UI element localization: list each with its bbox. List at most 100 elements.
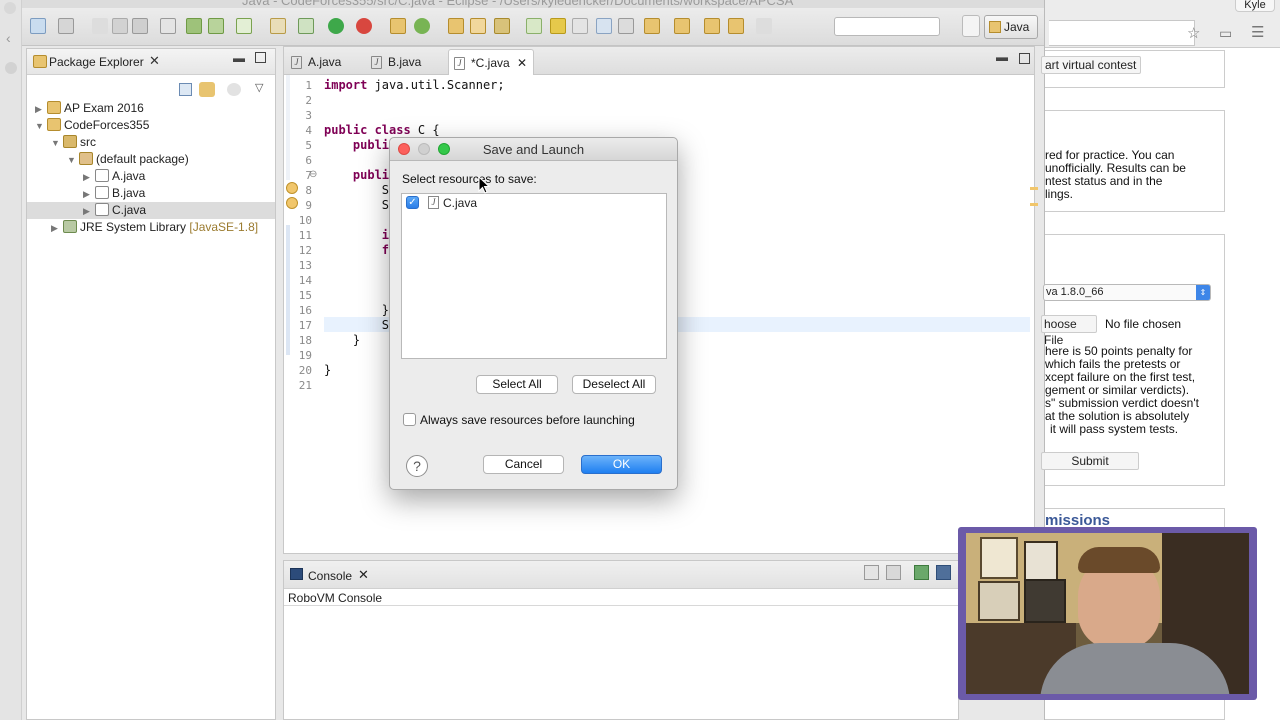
address-bar[interactable] bbox=[1049, 20, 1195, 46]
select-all-button[interactable]: Select All bbox=[476, 375, 558, 394]
open-type-icon[interactable] bbox=[448, 18, 464, 34]
quick-access-field[interactable] bbox=[834, 17, 940, 36]
star-icon[interactable]: ☆ bbox=[1187, 24, 1200, 42]
code-line-8[interactable]: Sc bbox=[324, 183, 396, 198]
close-console-icon[interactable]: ✕ bbox=[358, 567, 369, 583]
java-perspective-button[interactable]: Java bbox=[984, 15, 1038, 39]
new-dropdown-icon[interactable] bbox=[58, 18, 74, 34]
forward-icon[interactable] bbox=[756, 18, 772, 34]
code-line-12[interactable]: fo bbox=[324, 243, 396, 258]
choose-file-button[interactable]: hoose File bbox=[1041, 315, 1097, 347]
search-tool-icon[interactable] bbox=[526, 18, 542, 34]
minimize-window-icon[interactable] bbox=[418, 143, 430, 155]
tree-item-a-java[interactable]: ▶ A.java bbox=[83, 168, 145, 185]
collapsed-arrow-icon[interactable]: ▶ bbox=[83, 203, 95, 220]
download-icon[interactable] bbox=[186, 18, 202, 34]
paragraph-icon[interactable] bbox=[618, 18, 634, 34]
last-edit-icon[interactable] bbox=[704, 18, 720, 34]
save-icon[interactable] bbox=[92, 18, 108, 34]
save-all-icon[interactable] bbox=[112, 18, 128, 34]
tree-item-jre-system-library[interactable]: ▶ JRE System Library [JavaSE-1.8] bbox=[51, 219, 258, 236]
new-java-package-icon[interactable] bbox=[390, 18, 406, 34]
resource-item-c-java[interactable]: ✓ J C.java bbox=[404, 195, 604, 211]
maximize-view-icon[interactable] bbox=[255, 52, 266, 63]
scroll-lock-icon[interactable] bbox=[886, 565, 901, 580]
cast-icon[interactable]: ▭ bbox=[1219, 25, 1232, 42]
menu-icon[interactable]: ☰ bbox=[1251, 23, 1264, 41]
expanded-arrow-icon[interactable]: ▼ bbox=[51, 135, 63, 152]
overview-warning-marker[interactable] bbox=[1030, 203, 1038, 206]
collapsed-arrow-icon[interactable]: ▶ bbox=[35, 101, 47, 118]
run-icon[interactable] bbox=[328, 18, 344, 34]
code-line-4[interactable]: public class C { bbox=[324, 123, 440, 138]
always-save-checkbox[interactable] bbox=[403, 413, 416, 426]
build-icon[interactable] bbox=[270, 18, 286, 34]
collapse-all-icon[interactable] bbox=[179, 83, 192, 96]
profile-button[interactable]: Kyle bbox=[1235, 0, 1275, 12]
tree-item-c-java[interactable]: ▶ C.java bbox=[27, 202, 275, 219]
code-line-20[interactable]: } bbox=[324, 363, 331, 378]
tab-a-java[interactable]: J A.java bbox=[286, 49, 362, 75]
block-selection-icon[interactable] bbox=[572, 18, 588, 34]
code-line-5[interactable]: public bbox=[324, 138, 396, 153]
help-button[interactable]: ? bbox=[406, 455, 428, 477]
toggle-breakpoints-icon[interactable] bbox=[160, 18, 176, 34]
close-tab-icon[interactable]: ✕ bbox=[517, 50, 527, 76]
close-window-icon[interactable] bbox=[398, 143, 410, 155]
tab-b-java[interactable]: J B.java bbox=[366, 49, 446, 75]
clear-console-icon[interactable] bbox=[864, 565, 879, 580]
overview-warning-marker[interactable] bbox=[1030, 187, 1038, 190]
link-with-editor-icon[interactable] bbox=[199, 82, 215, 97]
maximize-editor-icon[interactable] bbox=[1019, 53, 1030, 64]
collapsed-arrow-icon[interactable]: ▶ bbox=[51, 220, 63, 237]
back-icon[interactable] bbox=[728, 18, 744, 34]
highlight-icon[interactable] bbox=[550, 18, 566, 34]
back-arrow-icon[interactable]: ‹ bbox=[6, 30, 11, 46]
new-icon[interactable] bbox=[30, 18, 46, 34]
tree-item-b-java[interactable]: ▶ B.java bbox=[83, 185, 145, 202]
debug-icon[interactable] bbox=[298, 18, 314, 34]
code-line-18[interactable]: } bbox=[324, 333, 360, 348]
print-icon[interactable] bbox=[132, 18, 148, 34]
expanded-arrow-icon[interactable]: ▼ bbox=[67, 152, 79, 169]
run-external-icon[interactable] bbox=[356, 18, 372, 34]
resource-checkbox[interactable]: ✓ bbox=[406, 196, 419, 209]
select-arrow-icon[interactable]: ⇕ bbox=[1196, 285, 1210, 300]
view-menu-icon[interactable]: ▽ bbox=[255, 81, 263, 94]
tab-c-java[interactable]: J *C.java ✕ bbox=[448, 49, 534, 75]
submit-button[interactable]: Submit bbox=[1041, 452, 1139, 470]
tree-item-codeforces355[interactable]: ▼ CodeForces355 bbox=[35, 117, 149, 134]
tree-item-ap-exam-2016[interactable]: ▶ AP Exam 2016 bbox=[35, 100, 144, 117]
task-icon[interactable] bbox=[236, 18, 252, 34]
close-view-icon[interactable]: ✕ bbox=[149, 53, 160, 69]
start-virtual-contest-button[interactable]: art virtual contest bbox=[1041, 56, 1141, 74]
focus-icon[interactable] bbox=[227, 83, 241, 96]
open-perspective-icon[interactable] bbox=[962, 15, 980, 37]
previous-annotation-icon[interactable] bbox=[674, 18, 690, 34]
code-line-16[interactable]: } bbox=[324, 303, 389, 318]
show-whitespace-icon[interactable] bbox=[596, 18, 612, 34]
open-folder-icon[interactable] bbox=[470, 18, 486, 34]
code-line-1[interactable]: import java.util.Scanner; bbox=[324, 78, 505, 93]
code-line-11[interactable]: in bbox=[324, 228, 396, 243]
cancel-button[interactable]: Cancel bbox=[483, 455, 564, 474]
new-class-icon[interactable] bbox=[414, 18, 430, 34]
tree-item-default-package[interactable]: ▼ (default package) bbox=[67, 151, 189, 168]
minimize-editor-icon[interactable]: ▬ bbox=[996, 50, 1008, 64]
language-select[interactable]: va 1.8.0_66 ⇕ bbox=[1043, 284, 1211, 301]
deselect-all-button[interactable]: Deselect All bbox=[572, 375, 656, 394]
fold-collapse-icon[interactable]: ⊖ bbox=[309, 169, 317, 180]
ok-button[interactable]: OK bbox=[581, 455, 662, 474]
tree-item-src[interactable]: ▼ src bbox=[51, 134, 96, 151]
code-line-17[interactable]: Sy bbox=[324, 318, 396, 333]
collapsed-arrow-icon[interactable]: ▶ bbox=[83, 169, 95, 186]
collapsed-arrow-icon[interactable]: ▶ bbox=[83, 186, 95, 203]
zoom-window-icon[interactable] bbox=[438, 143, 450, 155]
code-line-7[interactable]: public bbox=[324, 168, 396, 183]
display-console-icon[interactable] bbox=[936, 565, 951, 580]
edit-icon[interactable] bbox=[494, 18, 510, 34]
upload-icon[interactable] bbox=[208, 18, 224, 34]
expanded-arrow-icon[interactable]: ▼ bbox=[35, 118, 47, 135]
next-annotation-icon[interactable] bbox=[644, 18, 660, 34]
code-line-9[interactable]: St bbox=[324, 198, 396, 213]
